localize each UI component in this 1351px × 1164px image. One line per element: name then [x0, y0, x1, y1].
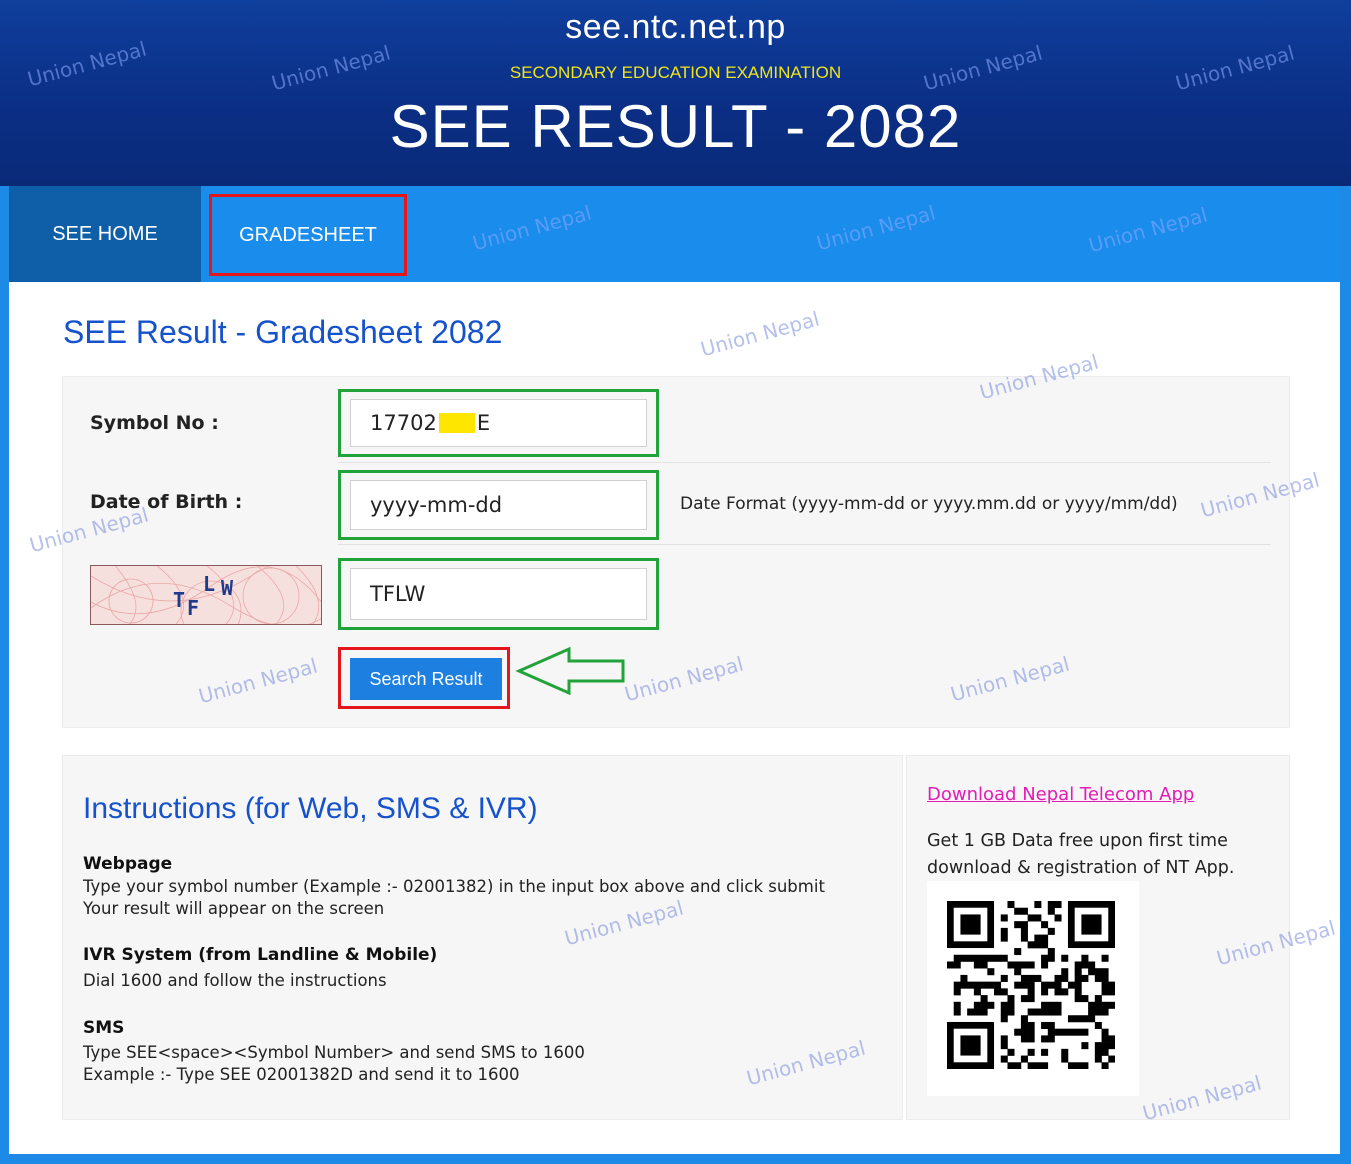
web-line-1: Type your symbol number (Example :- 0200…	[83, 877, 825, 896]
watermark: Union Nepal	[743, 1035, 868, 1091]
watermark: Union Nepal	[697, 306, 822, 362]
main-content: SEE Result - Gradesheet 2082 Symbol No :…	[9, 282, 1340, 1154]
promo-text: Get 1 GB Data free upon first time downl…	[927, 831, 1235, 878]
divider	[338, 544, 1271, 545]
symbol-label: Symbol No :	[90, 412, 219, 434]
left-arrow-outline-icon	[515, 646, 625, 696]
page-title: SEE RESULT - 2082	[389, 93, 962, 160]
submit-highlight: Search Result	[338, 647, 510, 709]
watermark: Union Nepal	[976, 349, 1101, 405]
main-nav: SEE HOME GRADESHEET Union Nepal Union Ne…	[9, 186, 1340, 282]
page-header: see.ntc.net.np SECONDARY EDUCATION EXAMI…	[0, 0, 1351, 186]
search-result-button[interactable]: Search Result	[350, 658, 502, 700]
watermark: Union Nepal	[469, 200, 594, 256]
web-title: Webpage	[83, 854, 173, 874]
app-promo-panel: Download Nepal Telecom App Get 1 GB Data…	[906, 755, 1338, 1125]
watermark: Union Nepal	[561, 895, 686, 951]
symbol-highlight: 17702 E	[338, 389, 659, 457]
web-line-2: Your result will appear on the screen	[83, 899, 385, 918]
watermark: Union Nepal	[1197, 467, 1322, 523]
watermark: Union Nepal	[1085, 202, 1210, 258]
result-form: Symbol No : 17702 E Date of Birth : yyyy…	[62, 350, 1322, 728]
nav-gradesheet[interactable]: GRADESHEET	[209, 194, 407, 276]
watermark: Union Nepal	[813, 200, 938, 256]
ivr-title: IVR System (from Landline & Mobile)	[83, 945, 438, 965]
watermark: Union Nepal	[621, 651, 746, 707]
qr-code-icon	[947, 901, 1115, 1069]
symbol-value-suffix: E	[476, 411, 491, 435]
sms-line-1: Type SEE<space><Symbol Number> and send …	[83, 1043, 585, 1062]
site-url: see.ntc.net.np	[565, 8, 786, 46]
captcha-char-3: L	[203, 572, 216, 596]
watermark: Union Nepal	[1213, 915, 1338, 971]
watermark: Union Nepal	[1139, 1070, 1264, 1126]
symbol-value-prefix: 17702	[370, 411, 437, 435]
qr-code-container	[927, 881, 1139, 1096]
dob-highlight: yyyy-mm-dd	[338, 470, 659, 540]
dob-label: Date of Birth :	[90, 491, 243, 513]
captcha-input[interactable]: TFLW	[350, 568, 647, 620]
watermark: Union Nepal	[195, 653, 320, 709]
form-heading: SEE Result - Gradesheet 2082	[63, 314, 503, 350]
download-app-link[interactable]: Download Nepal Telecom App	[927, 784, 1194, 805]
header-subtitle: SECONDARY EDUCATION EXAMINATION	[509, 63, 842, 82]
nav-see-home[interactable]: SEE HOME	[9, 186, 201, 282]
captcha-char-1: T	[173, 588, 186, 612]
captcha-image: T F L W	[90, 565, 322, 625]
captcha-char-4: W	[221, 576, 234, 600]
captcha-highlight: TFLW	[338, 558, 659, 630]
captcha-char-2: F	[187, 596, 200, 620]
symbol-redaction	[438, 413, 475, 433]
ivr-line-1: Dial 1600 and follow the instructions	[83, 971, 387, 990]
sms-title: SMS	[83, 1018, 125, 1038]
sms-line-2: Example :- Type SEE 02001382D and send i…	[83, 1065, 520, 1084]
instructions-panel: Instructions (for Web, SMS & IVR) Webpag…	[62, 755, 903, 1120]
instructions-heading: Instructions (for Web, SMS & IVR)	[83, 792, 538, 825]
dob-input[interactable]: yyyy-mm-dd	[350, 480, 647, 530]
symbol-input[interactable]: 17702 E	[350, 399, 647, 447]
watermark: Union Nepal	[947, 651, 1072, 707]
divider	[338, 462, 1271, 463]
dob-format-hint: Date Format (yyyy-mm-dd or yyyy.mm.dd or…	[680, 494, 1178, 514]
